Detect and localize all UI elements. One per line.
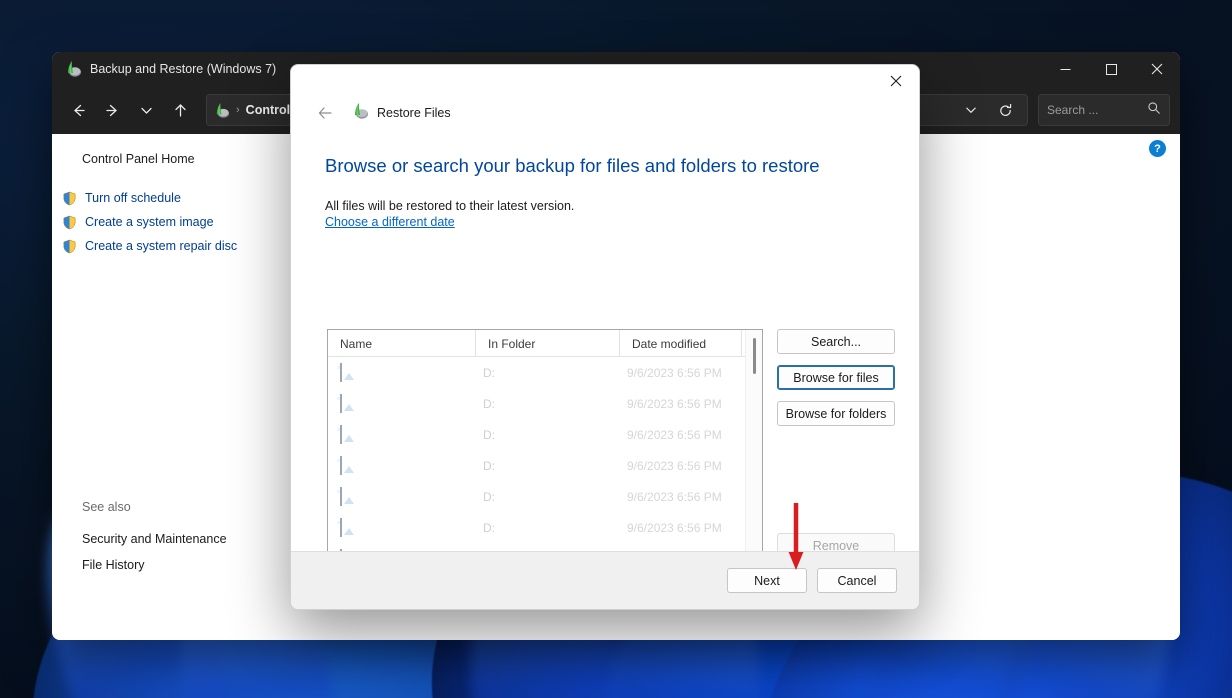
dialog-close-icon[interactable] xyxy=(873,65,919,97)
dialog-navigation[interactable]: Restore Files xyxy=(313,101,451,125)
browse-for-folders-button[interactable]: Browse for folders xyxy=(777,401,895,426)
column-header-date-modified[interactable]: Date modified xyxy=(620,330,742,357)
cell-in-folder: D: xyxy=(483,489,495,504)
sidebar-item-security-and-maintenance[interactable]: Security and Maintenance xyxy=(52,526,282,552)
cancel-button[interactable]: Cancel xyxy=(817,568,897,593)
cell-name xyxy=(337,393,471,413)
picture-file-icon xyxy=(337,393,354,413)
cell-in-folder: D: xyxy=(483,365,495,380)
picture-file-icon xyxy=(337,362,354,382)
recent-locations-button[interactable] xyxy=(130,94,162,126)
sidebar-item-create-system-repair-disc[interactable]: Create a system repair disc xyxy=(52,234,282,258)
search-button[interactable]: Search... xyxy=(777,329,895,354)
cell-in-folder: D: xyxy=(483,427,495,442)
shield-icon xyxy=(62,191,77,206)
search-box[interactable]: Search ... xyxy=(1038,94,1170,126)
maximize-button[interactable] xyxy=(1088,52,1134,86)
table-row[interactable]: D: 9/6/2023 6:56 PM xyxy=(328,388,762,419)
see-also-heading: See also xyxy=(82,500,131,514)
choose-different-date-link[interactable]: Choose a different date xyxy=(291,213,489,229)
cell-name xyxy=(337,486,471,506)
dialog-back-icon[interactable] xyxy=(313,101,337,125)
sidebar-item-file-history[interactable]: File History xyxy=(52,552,282,578)
cell-in-folder: D: xyxy=(483,520,495,535)
cell-date-modified: 9/6/2023 6:56 PM xyxy=(627,458,722,473)
column-header-in-folder[interactable]: In Folder xyxy=(476,330,620,357)
forward-button[interactable] xyxy=(96,94,128,126)
window-controls[interactable] xyxy=(1042,52,1180,86)
table-row[interactable]: D: 9/6/2023 6:56 PM xyxy=(328,450,762,481)
help-icon[interactable]: ? xyxy=(1149,140,1166,157)
cell-date-modified: 9/6/2023 6:56 PM xyxy=(627,427,722,442)
close-button[interactable] xyxy=(1134,52,1180,86)
breadcrumb-separator: › xyxy=(236,104,240,116)
cell-name xyxy=(337,424,471,444)
cell-in-folder: D: xyxy=(483,396,495,411)
dialog-description: All files will be restored to their late… xyxy=(325,199,575,213)
back-button[interactable] xyxy=(62,94,94,126)
vertical-scroll-thumb[interactable] xyxy=(753,338,756,374)
search-icon xyxy=(1147,101,1161,120)
sidebar-item-create-system-image[interactable]: Create a system image xyxy=(52,210,282,234)
dialog-brand: Restore Files xyxy=(351,102,451,125)
sidebar-item-control-panel-home[interactable]: Control Panel Home xyxy=(52,152,282,166)
picture-file-icon xyxy=(337,424,354,444)
table-row[interactable]: D: 9/6/2023 6:56 PM xyxy=(328,357,762,388)
dialog-main: Browse or search your backup for files a… xyxy=(291,137,919,594)
picture-file-icon xyxy=(337,517,354,537)
dialog-heading: Browse or search your backup for files a… xyxy=(325,155,820,176)
cell-name xyxy=(337,455,471,475)
dialog-footer: Next Cancel xyxy=(291,551,919,609)
picture-file-icon xyxy=(337,455,354,475)
backup-restore-icon xyxy=(64,60,82,78)
window-title: Backup and Restore (Windows 7) xyxy=(90,62,277,76)
table-row[interactable]: D: 9/6/2023 6:56 PM xyxy=(328,481,762,512)
cell-date-modified: 9/6/2023 6:56 PM xyxy=(627,396,722,411)
list-rows[interactable]: D: 9/6/2023 6:56 PM D: 9/6/2023 6:56 PM D: 9/… xyxy=(328,357,762,560)
table-row[interactable]: D: 9/6/2023 6:56 PM xyxy=(328,512,762,543)
cell-date-modified: 9/6/2023 6:56 PM xyxy=(627,520,722,535)
cell-in-folder: D: xyxy=(483,458,495,473)
list-vertical-scrollbar[interactable] xyxy=(745,330,762,560)
cell-name xyxy=(337,517,471,537)
address-backup-restore-icon xyxy=(213,102,230,119)
see-also-section: See also Security and Maintenance File H… xyxy=(52,500,282,578)
address-dropdown-icon[interactable] xyxy=(955,94,987,126)
restore-file-list[interactable]: Name In Folder Date modified D: 9/6/2023 … xyxy=(327,329,763,578)
picture-file-icon xyxy=(337,486,354,506)
up-button[interactable] xyxy=(164,94,196,126)
control-panel-sidebar: Control Panel Home Turn off schedule Cre… xyxy=(52,134,282,640)
refresh-icon[interactable] xyxy=(989,94,1021,126)
restore-files-icon xyxy=(351,102,369,125)
sidebar-link-label: Create a system image xyxy=(85,215,214,229)
dialog-brand-label: Restore Files xyxy=(377,106,451,120)
cell-date-modified: 9/6/2023 6:56 PM xyxy=(627,365,722,380)
cell-date-modified: 9/6/2023 6:56 PM xyxy=(627,489,722,504)
minimize-button[interactable] xyxy=(1042,52,1088,86)
next-button[interactable]: Next xyxy=(727,568,807,593)
column-header-name[interactable]: Name xyxy=(328,330,476,357)
search-input[interactable]: Search ... xyxy=(1047,103,1147,117)
table-row[interactable]: D: 9/6/2023 6:56 PM xyxy=(328,419,762,450)
sidebar-link-label: Create a system repair disc xyxy=(85,239,238,253)
restore-files-dialog[interactable]: Restore Files Browse or search your back… xyxy=(290,64,920,610)
shield-icon xyxy=(62,215,77,230)
sidebar-item-turn-off-schedule[interactable]: Turn off schedule xyxy=(52,186,282,210)
sidebar-link-label: Turn off schedule xyxy=(85,191,181,205)
browse-for-files-button[interactable]: Browse for files xyxy=(777,365,895,390)
cell-name xyxy=(337,362,471,382)
shield-icon xyxy=(62,239,77,254)
list-header[interactable]: Name In Folder Date modified xyxy=(328,330,762,357)
